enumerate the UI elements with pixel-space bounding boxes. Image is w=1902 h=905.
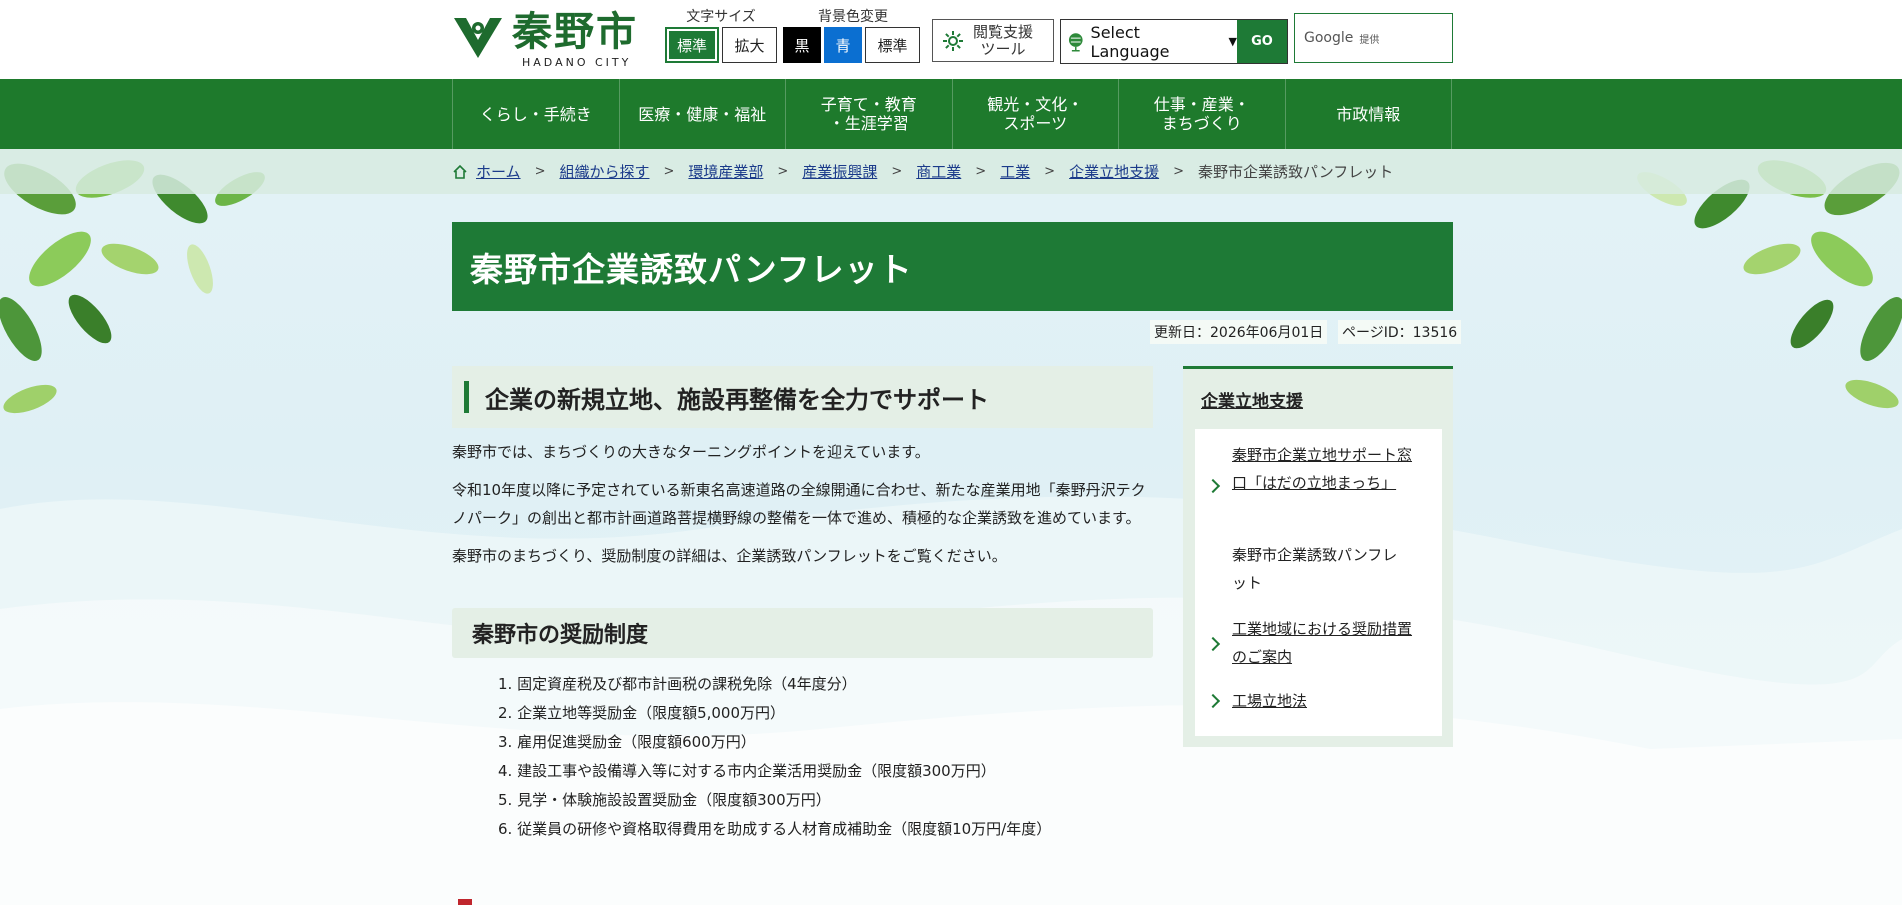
leaves-left: [0, 160, 265, 414]
bg-black-button[interactable]: 黒: [783, 27, 821, 63]
nav-label: 観光・文化・: [987, 95, 1084, 114]
gear-icon: [943, 30, 963, 51]
breadcrumb-separator-icon: >: [891, 164, 903, 179]
list-item: 1. 固定資産税及び都市計画税の課税免除（4年度分）: [498, 675, 857, 693]
tool-label-line1: 閲覧支援: [973, 22, 1034, 41]
section-heading: 企業の新規立地、施設再整備を全力でサポート: [452, 366, 1153, 428]
breadcrumb-organization[interactable]: 組織から探す: [559, 161, 649, 182]
side-item-factory-law[interactable]: 工場立地法: [1232, 687, 1412, 715]
nav-item-health[interactable]: 医療・健康・福祉: [618, 79, 786, 149]
chevron-right-icon: [1205, 478, 1221, 494]
breadcrumb-industry[interactable]: 工業: [1000, 161, 1030, 182]
nav-label: 市政情報: [1336, 104, 1401, 124]
side-item-current: 秦野市企業誘致パンフレット: [1232, 546, 1398, 592]
site-logo[interactable]: 秦野市 HADANO CITY: [452, 10, 642, 70]
breadcrumb-separator-icon: >: [1173, 164, 1184, 179]
subsection-heading: 秦野市の奨励制度: [452, 608, 1153, 658]
paragraph: 秦野市のまちづくり、奨励制度の詳細は、企業誘致パンフレットをご覧ください。: [452, 547, 1007, 565]
dropdown-arrow-icon: ▼: [1228, 35, 1237, 48]
main-content: 企業の新規立地、施設再整備を全力でサポート 秦野市では、まちづくりの大きなターニ…: [452, 366, 1153, 844]
side-nav-title[interactable]: 企業立地支援: [1201, 387, 1303, 412]
list-item: 2. 企業立地等奨励金（限度額5,000万円）: [498, 704, 786, 722]
nav-item-business[interactable]: 仕事・産業・ まちづくり: [1118, 79, 1285, 149]
page-title: 秦野市企業誘致パンフレット: [452, 222, 1453, 311]
nav-item-living[interactable]: くらし・手続き: [452, 79, 619, 149]
font-size-large-button[interactable]: 拡大: [722, 27, 777, 63]
breadcrumb-separator-icon: >: [777, 164, 789, 179]
site-search-input[interactable]: Google 提供: [1294, 13, 1453, 63]
pdf-icon: [458, 899, 472, 905]
breadcrumb-commerce[interactable]: 商工業: [916, 161, 961, 182]
page-id: ページID：13516: [1338, 320, 1462, 344]
bg-color-label: 背景色変更: [818, 9, 888, 25]
side-nav-list: 秦野市企業立地サポート窓口「はだの立地まっち」 秦野市企業誘致パンフレット 工業…: [1195, 429, 1442, 736]
breadcrumb-department[interactable]: 環境産業部: [688, 161, 763, 182]
search-brand: Google: [1304, 30, 1354, 46]
heading-accent-bar: [464, 381, 469, 413]
nav-label: 子育て・教育: [820, 95, 917, 114]
nav-item-tourism[interactable]: 観光・文化・ スポーツ: [951, 79, 1119, 149]
breadcrumb-section[interactable]: 産業振興課: [802, 161, 877, 182]
tool-label-line2: ツール: [980, 39, 1026, 58]
font-size-standard-button[interactable]: 標準: [665, 27, 719, 63]
logo-subtitle: HADANO CITY: [522, 56, 632, 69]
breadcrumb-separator-icon: >: [534, 164, 546, 179]
globe-icon: [1068, 32, 1083, 52]
incentive-list: 1. 固定資産税及び都市計画税の課税免除（4年度分） 2. 企業立地等奨励金（限…: [452, 670, 1153, 844]
accessibility-tool-button[interactable]: 閲覧支援 ツール: [932, 19, 1054, 62]
list-item: 3. 雇用促進奨励金（限度額600万円）: [498, 733, 756, 751]
bg-color-control: 背景色変更 黒 青 標準: [783, 8, 923, 63]
language-select-label: Select Language: [1090, 22, 1170, 61]
side-item-incentives[interactable]: 工業地域における奨励措置のご案内: [1232, 615, 1412, 671]
nav-label: 医療・健康・福祉: [638, 104, 767, 124]
language-go-button[interactable]: GO: [1237, 20, 1287, 63]
nav-label-line2: まちづくり: [1161, 114, 1242, 133]
nav-item-childcare[interactable]: 子育て・教育 ・生涯学習: [785, 79, 952, 149]
paragraph: 令和10年度以降に予定されている新東名高速道路の全線開通に合わせ、新たな産業用地…: [452, 481, 1146, 527]
language-select[interactable]: Select Language ▼: [1061, 20, 1237, 63]
breadcrumb-current: 秦野市企業誘致パンフレット: [1198, 163, 1394, 181]
section-heading-text: 企業の新規立地、施設再整備を全力でサポート: [485, 385, 989, 414]
breadcrumb-home[interactable]: ホーム: [476, 161, 521, 182]
breadcrumb: ホーム > 組織から探す > 環境産業部 > 産業振興課 > 商工業 > 工業 …: [0, 149, 1902, 194]
home-icon: [453, 164, 467, 179]
list-item: 6. 従業員の研修や資格取得費用を助成する人材育成補助金（限度額10万円/年度）: [498, 820, 1052, 838]
breadcrumb-separator-icon: >: [663, 164, 675, 179]
breadcrumb-separator-icon: >: [1044, 164, 1056, 179]
nav-label: 仕事・産業・: [1153, 95, 1250, 114]
nav-item-government[interactable]: 市政情報: [1284, 79, 1452, 149]
bg-standard-button[interactable]: 標準: [865, 27, 920, 63]
list-item: 5. 見学・体験施設設置奨励金（限度額300万円）: [498, 791, 831, 809]
language-selector: Select Language ▼ GO: [1060, 19, 1288, 64]
font-size-label: 文字サイズ: [686, 9, 756, 25]
city-emblem-icon: [454, 18, 502, 58]
logo-text: 秦野市: [512, 8, 638, 55]
search-suffix: 提供: [1359, 34, 1380, 46]
font-size-control: 文字サイズ 標準 拡大: [665, 8, 777, 63]
global-nav: くらし・手続き 医療・健康・福祉 子育て・教育 ・生涯学習 観光・文化・ スポーツ …: [0, 79, 1902, 149]
chevron-right-icon: [1205, 693, 1221, 709]
nav-label: くらし・手続き: [479, 104, 592, 124]
updated-date: 更新日：2026年06月01日: [1150, 320, 1328, 344]
site-header: 秦野市 HADANO CITY 文字サイズ 標準 拡大 背景色変更 黒 青 標準: [0, 0, 1902, 79]
bg-blue-button[interactable]: 青: [824, 27, 862, 63]
breadcrumb-separator-icon: >: [975, 164, 987, 179]
nav-label-line2: スポーツ: [1003, 114, 1068, 133]
chevron-right-icon: [1205, 636, 1221, 652]
side-item-support-desk[interactable]: 秦野市企業立地サポート窓口「はだの立地まっち」: [1232, 441, 1412, 497]
paragraph: 秦野市では、まちづくりの大きなターニングポイントを迎えています。: [452, 443, 930, 461]
side-nav: 企業立地支援 秦野市企業立地サポート窓口「はだの立地まっち」 秦野市企業誘致パン…: [1183, 366, 1453, 747]
list-item: 4. 建設工事や設備導入等に対する市内企業活用奨励金（限度額300万円）: [498, 762, 996, 780]
nav-label-line2: ・生涯学習: [828, 114, 909, 133]
breadcrumb-location-support[interactable]: 企業立地支援: [1069, 161, 1159, 182]
